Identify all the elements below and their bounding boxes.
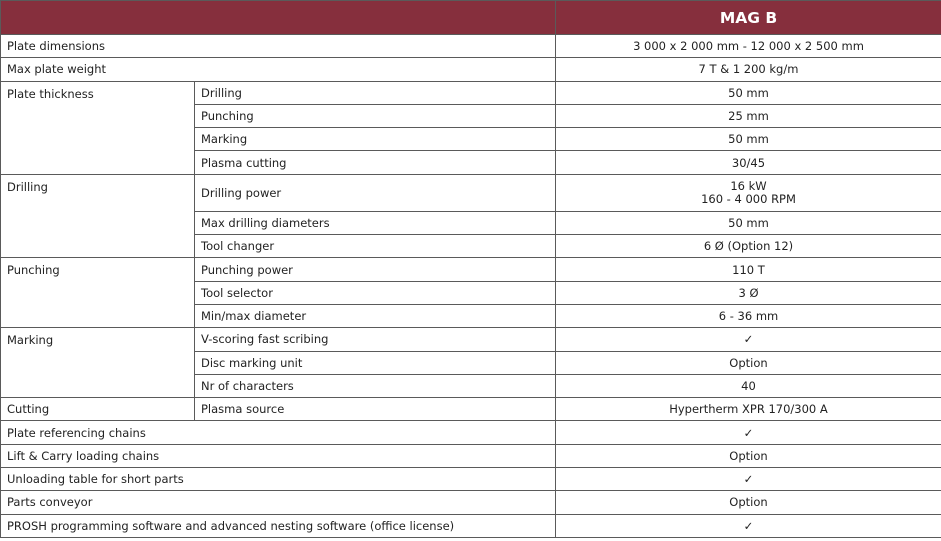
row-value: 3 Ø <box>555 280 941 305</box>
row-label: Lift & Carry loading chains <box>0 443 556 469</box>
row-value: Option <box>555 490 941 515</box>
row-value: 30/45 <box>555 150 941 175</box>
row-label: Parts conveyor <box>0 490 556 515</box>
table-row: PROSH programming software and advanced … <box>0 513 941 538</box>
header-row: MAG B <box>0 0 941 35</box>
row-value: Hypertherm XPR 170/300 A <box>555 397 941 422</box>
sub-label: Tool selector <box>194 280 556 305</box>
row-label: Unloading table for short parts <box>0 467 556 492</box>
category-label: Plate thickness <box>0 80 195 175</box>
spec-table: MAG B Plate dimensions 3 000 x 2 000 mm … <box>0 0 941 538</box>
table-row: Plate dimensions 3 000 x 2 000 mm - 12 0… <box>0 33 941 59</box>
row-value: Option <box>555 443 941 469</box>
table-row: Cutting Plasma source Hypertherm XPR 170… <box>0 397 941 422</box>
check-icon: ✓ <box>555 467 941 492</box>
row-value: 7 T & 1 200 kg/m <box>555 57 941 82</box>
model-header: MAG B <box>555 0 941 35</box>
category-label: Cutting <box>0 397 195 422</box>
row-label: Plate referencing chains <box>0 420 556 445</box>
sub-label: V-scoring fast scribing <box>194 327 556 352</box>
table-row: Parts conveyor Option <box>0 490 941 515</box>
row-value: 50 mm <box>555 80 941 105</box>
row-value: Option <box>555 350 941 375</box>
row-value: 6 Ø (Option 12) <box>555 234 941 259</box>
check-icon: ✓ <box>555 327 941 352</box>
category-label: Marking <box>0 327 195 399</box>
row-value: 25 mm <box>555 103 941 129</box>
sub-label: Max drilling diameters <box>194 210 556 236</box>
sub-label: Disc marking unit <box>194 350 556 375</box>
header-blank-cell <box>0 0 556 35</box>
row-value: 110 T <box>555 257 941 282</box>
row-value: 50 mm <box>555 210 941 236</box>
table-row: Plate thickness Drilling 50 mm <box>0 80 941 175</box>
table-row: Drilling Drilling power 16 kW 160 - 4 00… <box>0 173 941 259</box>
sub-label: Punching power <box>194 257 556 282</box>
sub-label: Plasma cutting <box>194 150 556 175</box>
row-value: 3 000 x 2 000 mm - 12 000 x 2 500 mm <box>555 33 941 59</box>
row-label: Max plate weight <box>0 57 556 82</box>
table-row: Max plate weight 7 T & 1 200 kg/m <box>0 57 941 82</box>
check-icon: ✓ <box>555 513 941 538</box>
value-line: 160 - 4 000 RPM <box>701 191 796 206</box>
value-line: 16 kW <box>730 178 767 193</box>
table-row: Plate referencing chains ✓ <box>0 420 941 445</box>
table-row: Unloading table for short parts ✓ <box>0 467 941 492</box>
category-label: Drilling <box>0 173 195 259</box>
row-label: PROSH programming software and advanced … <box>0 513 556 538</box>
row-label: Plate dimensions <box>0 33 556 59</box>
table-row: Marking V-scoring fast scribing ✓ <box>0 327 941 399</box>
table-row: Punching Punching power 110 T <box>0 257 941 329</box>
sub-label: Punching <box>194 103 556 129</box>
sub-label: Drilling <box>194 80 556 105</box>
sub-label: Drilling power <box>194 173 556 212</box>
category-label: Punching <box>0 257 195 329</box>
sub-label: Nr of characters <box>194 373 556 399</box>
sub-label: Plasma source <box>194 397 556 422</box>
row-value: 50 mm <box>555 127 941 152</box>
sub-label: Min/max diameter <box>194 303 556 329</box>
sub-label: Marking <box>194 127 556 152</box>
row-value: 16 kW 160 - 4 000 RPM <box>555 173 941 212</box>
row-value: 6 - 36 mm <box>555 303 941 329</box>
sub-label: Tool changer <box>194 234 556 259</box>
row-value: 40 <box>555 373 941 399</box>
check-icon: ✓ <box>555 420 941 445</box>
table-row: Lift & Carry loading chains Option <box>0 443 941 469</box>
